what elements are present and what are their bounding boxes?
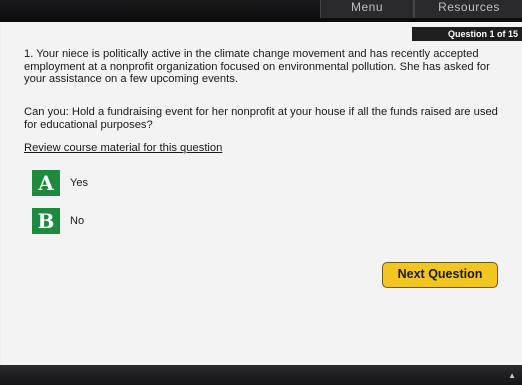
answer-option-b[interactable]: B No bbox=[32, 208, 84, 234]
bottom-bar: ▲ bbox=[0, 365, 522, 385]
answer-label-a: Yes bbox=[70, 177, 88, 189]
menu-tab[interactable]: Menu bbox=[320, 0, 414, 18]
question-panel: Question 1 of 15 1. Your niece is politi… bbox=[0, 22, 522, 365]
question-prompt: Can you: Hold a fundraising event for he… bbox=[24, 106, 498, 131]
next-question-button[interactable]: Next Question bbox=[382, 262, 498, 288]
question-text: 1. Your niece is politically active in t… bbox=[24, 48, 490, 85]
review-course-link[interactable]: Review course material for this question bbox=[24, 142, 222, 154]
question-counter: Question 1 of 15 bbox=[412, 27, 522, 41]
resources-tab[interactable]: Resources bbox=[414, 0, 522, 18]
answer-letter-b: B bbox=[32, 208, 60, 234]
answer-label-b: No bbox=[70, 215, 85, 227]
top-bar: Menu Resources bbox=[0, 0, 522, 22]
arrow-icon[interactable]: ▲ bbox=[508, 371, 516, 380]
answer-option-a[interactable]: A Yes bbox=[32, 170, 88, 196]
answer-letter-a: A bbox=[32, 170, 60, 196]
